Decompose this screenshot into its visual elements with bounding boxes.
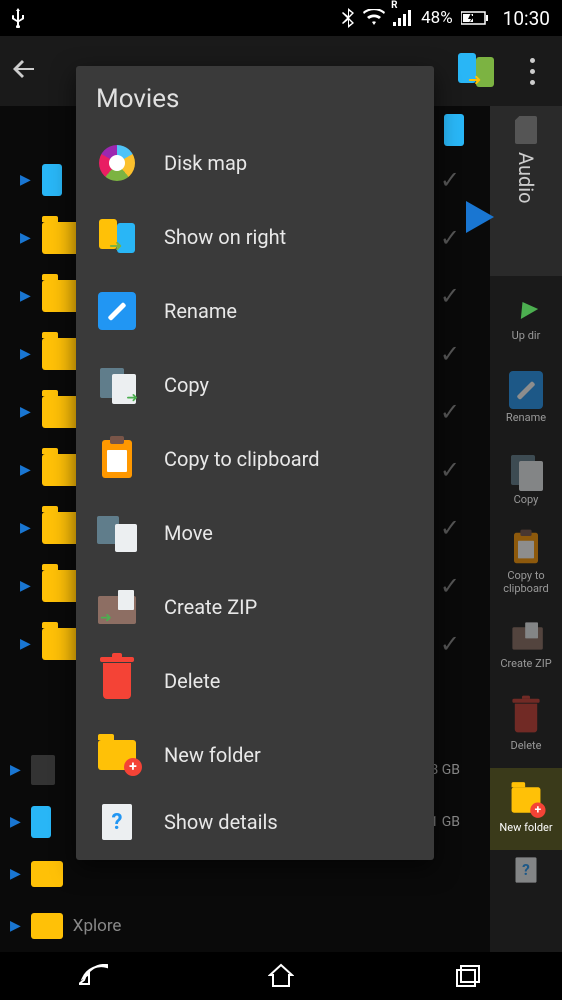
sidebar-createzip-button[interactable]: Create ZIP xyxy=(490,604,562,686)
audio-tab[interactable]: Audio xyxy=(490,106,562,276)
audio-tab-label: Audio xyxy=(514,152,538,204)
sidebar-label: Copy to clipboard xyxy=(490,569,562,595)
updir-icon xyxy=(514,297,538,319)
menu-item-copy[interactable]: ➜ Copy xyxy=(76,348,434,422)
menu-overflow-button[interactable] xyxy=(512,51,552,91)
star-folder-icon xyxy=(31,861,63,887)
bluetooth-icon xyxy=(341,8,355,28)
menu-item-rename[interactable]: Rename xyxy=(76,274,434,348)
battery-percent: 48% xyxy=(421,8,453,28)
nav-recent-button[interactable] xyxy=(428,956,508,996)
menu-item-copyclip[interactable]: Copy to clipboard xyxy=(76,422,434,496)
back-button[interactable] xyxy=(10,55,38,87)
context-menu-title: Movies xyxy=(76,84,434,126)
clipboard-icon xyxy=(102,440,132,478)
menu-item-label: Show details xyxy=(164,810,278,834)
sidebar-updir-button[interactable]: Up dir xyxy=(490,276,562,358)
menu-item-label: Delete xyxy=(164,669,220,693)
check-icon: ✓ xyxy=(440,572,460,600)
menu-item-label: Show on right xyxy=(164,225,286,249)
sidebar-newfolder-button[interactable]: + New folder xyxy=(490,768,562,850)
status-bar: R 48% 10:30 xyxy=(0,0,562,36)
sidebar-label: Delete xyxy=(511,739,542,752)
signal-icon: R xyxy=(393,10,413,26)
check-icon: ✓ xyxy=(440,456,460,484)
new-folder-icon: + xyxy=(98,740,136,770)
pane-arrow-icon xyxy=(466,201,494,233)
sidebar-label: Rename xyxy=(506,411,546,424)
sidebar-label: New folder xyxy=(499,821,552,834)
move-icon xyxy=(97,514,137,552)
sidebar-label: Copy xyxy=(514,493,539,506)
menu-item-showdetails[interactable]: ? Show details xyxy=(76,792,434,852)
sidebar-rename-button[interactable]: Rename xyxy=(490,358,562,440)
phone-icon xyxy=(31,806,51,838)
rename-icon xyxy=(98,292,136,330)
menu-item-label: Create ZIP xyxy=(164,595,257,619)
check-icon: ✓ xyxy=(440,514,460,542)
menu-item-delete[interactable]: Delete xyxy=(76,644,434,718)
menu-item-label: New folder xyxy=(164,743,261,767)
wifi-icon xyxy=(363,9,385,27)
star-folder-icon xyxy=(31,913,63,939)
menu-item-label: Copy to clipboard xyxy=(164,447,320,471)
menu-item-diskmap[interactable]: Disk map xyxy=(76,126,434,200)
menu-item-move[interactable]: Move xyxy=(76,496,434,570)
sidebar-copy-button[interactable]: Copy xyxy=(490,440,562,522)
sidebar-delete-button[interactable]: Delete xyxy=(490,686,562,768)
check-icon: ✓ xyxy=(440,398,460,426)
sidebar-more-button[interactable]: ? xyxy=(490,850,562,890)
sd-card-icon xyxy=(31,755,55,785)
usb-icon xyxy=(12,8,24,28)
menu-item-label: Move xyxy=(164,521,213,545)
nav-back-button[interactable] xyxy=(54,956,134,996)
right-sidebar: Audio Up dir Rename Copy Copy to clipboa… xyxy=(490,106,562,952)
menu-item-showright[interactable]: ➜ Show on right xyxy=(76,200,434,274)
bg-phone-icon xyxy=(444,114,464,146)
clock: 10:30 xyxy=(503,7,550,30)
check-icon: ✓ xyxy=(440,340,460,368)
sd-card-icon xyxy=(515,116,537,144)
nav-home-button[interactable] xyxy=(241,956,321,996)
sidebar-label: Create ZIP xyxy=(500,657,551,670)
sidebar-copyclip-button[interactable]: Copy to clipboard xyxy=(490,522,562,604)
check-icon: ✓ xyxy=(440,224,460,252)
disk-map-icon xyxy=(99,145,135,181)
check-icon: ✓ xyxy=(440,282,460,310)
bg-label: Xplore xyxy=(73,916,122,936)
trash-icon xyxy=(103,663,131,699)
sidebar-label: Up dir xyxy=(512,329,541,342)
toolbar-transfer-icon[interactable]: ➜ xyxy=(456,51,496,91)
menu-item-label: Disk map xyxy=(164,151,247,175)
battery-icon xyxy=(461,11,489,25)
zip-icon: ➜ xyxy=(98,590,136,624)
navigation-bar xyxy=(0,952,562,1000)
copy-icon: ➜ xyxy=(98,366,136,404)
menu-item-label: Copy xyxy=(164,373,209,397)
bg-fav-row[interactable]: ▶ Xplore xyxy=(0,900,480,952)
menu-item-label: Rename xyxy=(164,299,237,323)
show-right-icon: ➜ xyxy=(97,217,137,257)
check-icon: ✓ xyxy=(440,630,460,658)
menu-item-createzip[interactable]: ➜ Create ZIP xyxy=(76,570,434,644)
menu-item-newfolder[interactable]: + New folder xyxy=(76,718,434,792)
check-icon: ✓ xyxy=(440,166,460,194)
context-menu: Movies Disk map ➜ Show on right Rename ➜… xyxy=(76,66,434,860)
details-icon: ? xyxy=(102,804,132,840)
